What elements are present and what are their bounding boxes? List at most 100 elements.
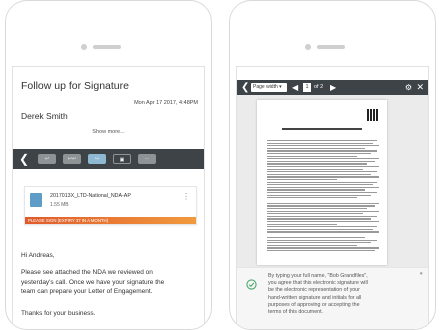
agreement-line: terms of this document. <box>268 309 324 316</box>
email-sender: Derek Smith <box>21 111 68 121</box>
next-page-icon[interactable]: ▶ <box>330 80 336 95</box>
reply-icon: ↩ <box>44 156 50 162</box>
qr-code-icon <box>367 109 379 121</box>
document-text-line <box>267 176 379 178</box>
document-text-line <box>267 184 373 186</box>
document-text-line <box>267 231 379 233</box>
email-screen: Follow up for Signature Mon Apr 17 2017,… <box>12 66 205 329</box>
document-text-line <box>267 179 337 181</box>
document-viewer-screen: ❮ Page width ▾ ◀ 1 of 2 ▶ ⚙ ✕ By typing … <box>236 66 429 329</box>
more-icon: ··· <box>144 156 150 162</box>
email-greeting: Hi Andreas, <box>21 252 55 259</box>
document-text-line <box>267 189 365 191</box>
agreement-line: hand-written signature and initials for … <box>268 294 362 301</box>
document-text-line <box>267 163 367 165</box>
email-subject: Follow up for Signature <box>21 80 129 92</box>
document-text-line <box>267 171 377 173</box>
kebab-menu-icon[interactable]: ⋮ <box>182 193 190 201</box>
attachment-size: 1.55 MB <box>50 202 69 208</box>
document-area[interactable] <box>237 95 428 267</box>
document-text-line <box>267 147 365 149</box>
attachment-name: 2017013X_LTD-National_NDA-AP <box>50 193 131 199</box>
document-text-line <box>267 150 377 152</box>
document-text-line <box>267 202 379 204</box>
document-page <box>257 100 387 265</box>
email-body-line: team can prepare your Letter of Engageme… <box>21 288 153 295</box>
document-text-line <box>267 226 377 228</box>
page-width-label: Page width <box>253 84 278 90</box>
email-date: Mon Apr 17 2017, 4:48PM <box>134 100 198 106</box>
document-text-line <box>267 153 371 155</box>
agreement-text: By typing your full name, "Bob Grandfile… <box>268 273 416 316</box>
speaker-slot <box>93 45 121 49</box>
document-text-line <box>267 215 377 217</box>
page-number-input[interactable]: 1 <box>303 83 311 92</box>
document-text-line <box>267 242 371 244</box>
document-text-line <box>267 237 365 239</box>
reply-button[interactable]: ↩ <box>38 154 56 164</box>
speaker-slot <box>317 45 345 49</box>
document-text-line <box>267 166 379 168</box>
email-body-line: yesterday's call. Once we have your sign… <box>21 278 165 286</box>
phone-right: ❮ Page width ▾ ◀ 1 of 2 ▶ ⚙ ✕ By typing … <box>229 0 436 330</box>
close-icon[interactable]: ✕ <box>416 80 424 95</box>
forward-button[interactable]: ↪ <box>88 154 106 164</box>
sign-banner: PLEASE SIGN (EXPIRY 37 IN A MONTH) <box>25 217 196 224</box>
back-arrow-icon[interactable]: ❮ <box>19 151 29 167</box>
file-icon <box>30 193 42 207</box>
agreement-line: you agree that this electronic signature… <box>268 280 368 287</box>
document-text-line <box>267 228 373 230</box>
attachment-card[interactable]: 2017013X_LTD-National_NDA-AP 1.55 MB ⋮ P… <box>24 186 197 225</box>
forward-icon: ↪ <box>94 156 100 162</box>
document-text-line <box>267 155 357 157</box>
document-text-line <box>267 160 375 162</box>
prev-page-icon[interactable]: ◀ <box>292 80 298 95</box>
agreement-line: be the electronic representation of your <box>268 287 360 294</box>
page-count: of 2 <box>314 84 324 90</box>
agreement-line: purposes of approving or accepting the <box>268 301 360 308</box>
camera-dot <box>81 44 87 50</box>
document-text-line <box>267 194 371 196</box>
document-text-line <box>267 247 379 249</box>
signature-agreement-panel: By typing your full name, "Bob Grandfile… <box>237 267 428 329</box>
email-closing: Thanks for your business. <box>21 310 96 317</box>
shield-check-icon <box>246 279 257 290</box>
document-text-line <box>267 142 373 144</box>
more-button[interactable]: ··· <box>138 154 156 164</box>
dropdown-caret-icon: ▾ <box>279 84 282 90</box>
document-text-line <box>267 244 357 246</box>
agreement-line: By typing your full name, "Bob Grandfile… <box>268 273 368 279</box>
document-text-line <box>267 239 377 241</box>
document-text-line <box>267 173 371 175</box>
document-text-line <box>267 250 375 252</box>
document-text-line <box>267 210 379 212</box>
dismiss-icon[interactable]: ● <box>419 271 423 277</box>
email-body-line: Please see attached the NDA we reviewed … <box>21 269 153 276</box>
camera-dot <box>305 44 311 50</box>
settings-gear-icon[interactable]: ⚙ <box>405 80 412 95</box>
document-text-line <box>267 186 379 188</box>
document-text-line <box>267 213 363 215</box>
email-body: Please see attached the NDA we reviewed … <box>21 268 196 297</box>
document-text-line <box>267 223 337 225</box>
document-text-line <box>267 218 371 220</box>
reply-all-button[interactable]: ↩↩ <box>63 154 81 164</box>
reply-all-icon: ↩↩ <box>67 156 77 162</box>
document-text-line <box>267 145 379 147</box>
page-width-select[interactable]: Page width ▾ <box>251 83 287 92</box>
document-text-line <box>267 197 357 199</box>
back-arrow-icon[interactable]: ❮ <box>241 80 249 95</box>
document-heading-line <box>282 128 362 130</box>
document-text-line <box>267 181 377 183</box>
document-text-line <box>267 158 379 160</box>
document-text-line <box>267 168 363 170</box>
document-text-line <box>267 221 379 223</box>
document-text-line <box>267 140 377 142</box>
document-text-line <box>267 192 377 194</box>
archive-icon: ▣ <box>119 157 125 163</box>
document-text-line <box>267 208 367 210</box>
show-more-link[interactable]: Show more... <box>13 129 204 135</box>
viewer-toolbar: ❮ Page width ▾ ◀ 1 of 2 ▶ ⚙ ✕ <box>237 80 428 95</box>
email-toolbar: ❮ ↩ ↩↩ ↪ ▣ ··· <box>13 149 204 169</box>
archive-button[interactable]: ▣ <box>113 154 131 164</box>
